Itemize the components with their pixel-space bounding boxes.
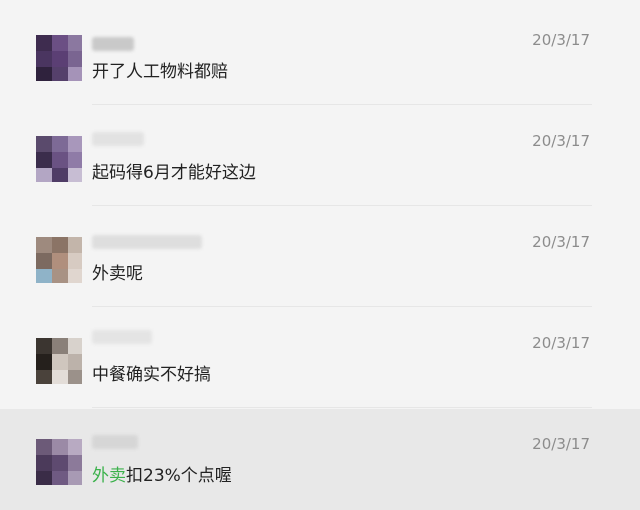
comment-item[interactable]: 起码得6月才能好这边 20/3/17 — [0, 106, 640, 206]
avatar[interactable] — [36, 136, 82, 182]
row-divider — [92, 407, 592, 408]
blurred-username — [92, 132, 144, 146]
row-divider — [92, 205, 592, 206]
blurred-username — [92, 330, 152, 344]
comment-text: 外卖呢 — [92, 264, 143, 284]
comment-item[interactable]: 外卖呢 20/3/17 — [0, 207, 640, 307]
comment-time: 20/3/17 — [532, 435, 590, 453]
comment-text: 起码得6月才能好这边 — [92, 163, 256, 183]
comment-time: 20/3/17 — [532, 233, 590, 251]
blurred-username — [92, 435, 138, 449]
comment-list: 开了人工物料都赔 20/3/17 起码得6月才能好这边 20/3/17 外卖呢 … — [0, 0, 640, 510]
avatar[interactable] — [36, 237, 82, 283]
avatar[interactable] — [36, 35, 82, 81]
comment-time: 20/3/17 — [532, 31, 590, 49]
row-divider — [92, 104, 592, 105]
comment-text-rest: 扣23%个点喔 — [126, 466, 232, 486]
blurred-username — [92, 235, 202, 249]
row-divider — [92, 306, 592, 307]
blurred-username — [92, 37, 134, 51]
comment-text: 中餐确实不好搞 — [92, 365, 211, 385]
comment-text: 外卖扣23%个点喔 — [92, 461, 232, 486]
avatar[interactable] — [36, 439, 82, 485]
comment-text: 开了人工物料都赔 — [92, 62, 228, 82]
comment-item[interactable]: 开了人工物料都赔 20/3/17 — [0, 5, 640, 105]
comment-time: 20/3/17 — [532, 132, 590, 150]
comment-time: 20/3/17 — [532, 334, 590, 352]
comment-item[interactable]: 中餐确实不好搞 20/3/17 — [0, 308, 640, 408]
avatar[interactable] — [36, 338, 82, 384]
comment-item-selected[interactable]: 外卖扣23%个点喔 20/3/17 — [0, 409, 640, 510]
highlighted-keyword[interactable]: 外卖 — [92, 466, 126, 486]
